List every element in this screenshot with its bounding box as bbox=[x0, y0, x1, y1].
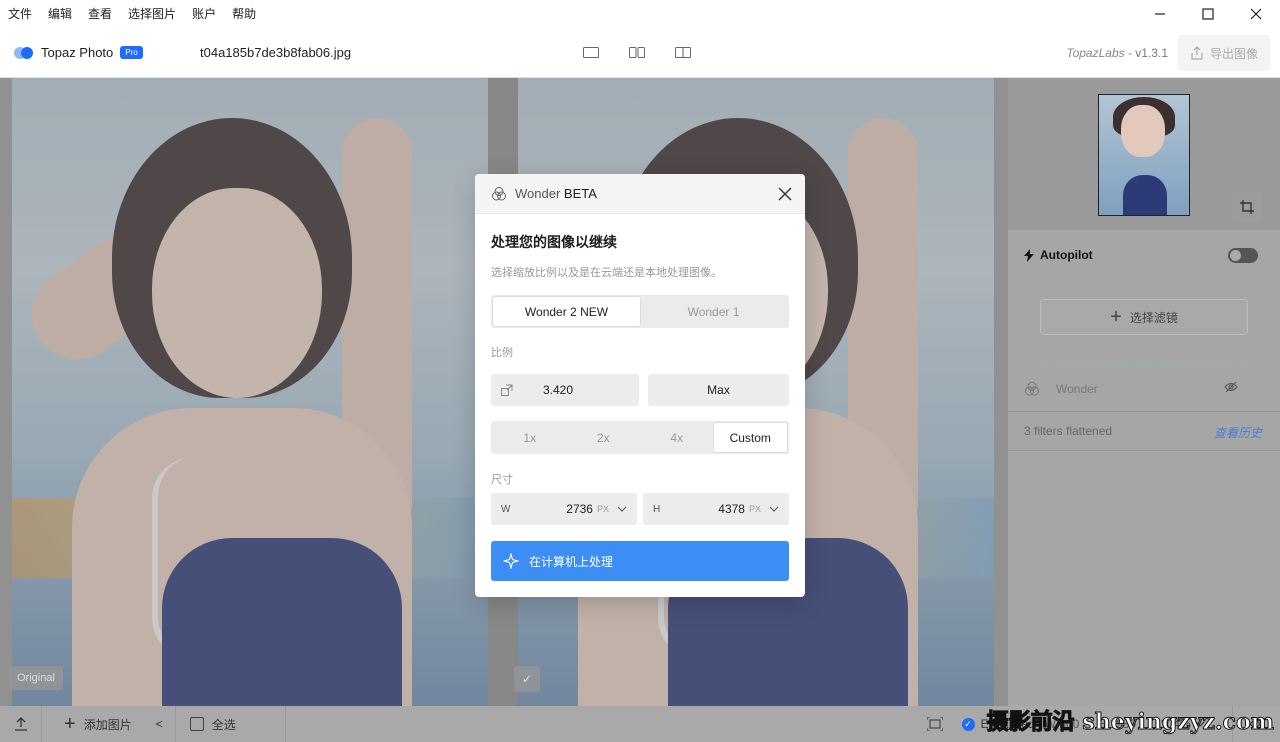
original-tag: Original bbox=[9, 666, 63, 690]
dialog-title-prefix: Wonder bbox=[515, 186, 561, 201]
height-field-label: H bbox=[653, 503, 661, 515]
scale-icon bbox=[501, 384, 513, 396]
export-icon bbox=[1191, 46, 1203, 60]
chevron-down-icon bbox=[617, 506, 627, 512]
size-section-label: 尺寸 bbox=[491, 474, 513, 486]
model-option-wonder-2[interactable]: Wonder 2 NEW bbox=[493, 297, 640, 326]
window-controls bbox=[1136, 0, 1280, 28]
wonder-dialog: Wonder BETA 处理您的图像以继续 选择缩放比例以及是在云端还是本地处理… bbox=[475, 174, 805, 597]
select-all[interactable]: 全选 bbox=[176, 706, 286, 742]
maximize-icon[interactable] bbox=[1184, 0, 1232, 28]
scale-section-label: 比例 bbox=[491, 347, 513, 359]
compare-icon[interactable] bbox=[922, 717, 948, 731]
dialog-heading: 处理您的图像以继续 bbox=[491, 234, 617, 250]
height-value: 4378 bbox=[718, 502, 745, 516]
menu-account[interactable]: 账户 bbox=[184, 0, 224, 28]
brand: Topaz Photo Pro bbox=[14, 45, 184, 60]
topaz-logo-icon bbox=[14, 46, 34, 59]
side-panel: Autopilot + 选择滤镜 Wonder 3 filters flatte… bbox=[1008, 78, 1280, 706]
dialog-header: Wonder BETA bbox=[475, 174, 805, 214]
scale-value: 3.420 bbox=[543, 383, 574, 397]
width-field-label: W bbox=[501, 503, 511, 515]
wonder-icon bbox=[492, 186, 506, 200]
model-option-wonder-1[interactable]: Wonder 1 bbox=[640, 297, 787, 326]
view-mode-group bbox=[579, 43, 695, 63]
add-image-label: 添加图片 bbox=[83, 717, 132, 732]
autopilot-row: Autopilot bbox=[1008, 230, 1280, 280]
width-field[interactable]: W 2736 PX bbox=[491, 493, 637, 525]
side-by-side-view-icon[interactable] bbox=[625, 43, 649, 63]
flattened-row: 3 filters flattened 查看历史 bbox=[1008, 411, 1280, 451]
beta-label: BETA bbox=[563, 186, 597, 201]
add-filter-label: 选择滤镜 bbox=[1129, 310, 1178, 325]
dialog-subtitle: 选择缩放比例以及是在云端还是本地处理图像。 bbox=[491, 267, 722, 279]
check-circle-icon: ✓ bbox=[961, 717, 975, 731]
export-label: 导出图像 bbox=[1209, 46, 1258, 61]
file-name: t04a185b7de3b8fab06.jpg bbox=[200, 45, 352, 60]
enhanced-check-tag: ✓ bbox=[514, 666, 540, 692]
version-label: TopazLabs - v1.3.1 bbox=[1066, 46, 1168, 60]
width-value: 2736 bbox=[566, 502, 593, 516]
scale-presets: 1x 2x 4x Custom bbox=[491, 421, 789, 454]
pro-badge: Pro bbox=[120, 46, 143, 59]
progress-line bbox=[1008, 362, 1280, 364]
process-locally-button[interactable]: 在计算机上处理 bbox=[491, 541, 789, 581]
wonder-filter-row[interactable]: Wonder bbox=[1008, 369, 1280, 409]
scale-preset-4x[interactable]: 4x bbox=[640, 423, 714, 452]
menu-select-image[interactable]: 选择图片 bbox=[120, 0, 184, 28]
select-all-checkbox[interactable] bbox=[189, 717, 204, 731]
process-label: 在计算机上处理 bbox=[529, 554, 614, 569]
select-all-label: 全选 bbox=[211, 717, 236, 732]
scale-preset-custom[interactable]: Custom bbox=[713, 423, 787, 452]
chevron-down-icon bbox=[769, 506, 779, 512]
add-filter-button[interactable]: + 选择滤镜 bbox=[1040, 299, 1248, 335]
close-icon[interactable] bbox=[775, 184, 795, 204]
autopilot-toggle[interactable] bbox=[1228, 248, 1258, 263]
model-selector: Wonder 2 NEW Wonder 1 bbox=[491, 295, 789, 328]
history-link[interactable]: 查看历史 bbox=[1214, 424, 1262, 441]
autopilot-label: Autopilot bbox=[1040, 248, 1093, 262]
wonder-icon bbox=[1025, 382, 1039, 396]
split-view-icon[interactable] bbox=[671, 43, 695, 63]
upload-icon[interactable] bbox=[0, 706, 42, 742]
menu-edit[interactable]: 编辑 bbox=[40, 0, 80, 28]
menu-help[interactable]: 帮助 bbox=[224, 0, 264, 28]
menu-view[interactable]: 查看 bbox=[80, 0, 120, 28]
height-field[interactable]: H 4378 PX bbox=[643, 493, 789, 525]
collapse-button[interactable]: < bbox=[144, 706, 176, 742]
scale-preset-1x[interactable]: 1x bbox=[493, 423, 567, 452]
scale-input[interactable]: 3.420 bbox=[491, 374, 639, 406]
export-button[interactable]: 导出图像 bbox=[1178, 35, 1270, 71]
single-view-icon[interactable] bbox=[579, 43, 603, 63]
watermark: 摄影前沿 sheyingzyz.com bbox=[986, 709, 1274, 736]
wonder-filter-label: Wonder bbox=[1056, 382, 1098, 396]
sparkle-icon bbox=[503, 553, 519, 569]
navigator bbox=[1008, 78, 1280, 230]
brand-name: Topaz Photo bbox=[41, 45, 114, 60]
close-icon[interactable] bbox=[1232, 0, 1280, 28]
dialog-title: Wonder BETA bbox=[515, 186, 597, 201]
plus-icon: + bbox=[64, 713, 76, 735]
scale-preset-2x[interactable]: 2x bbox=[567, 423, 641, 452]
crop-icon[interactable] bbox=[1232, 192, 1262, 222]
plus-icon: + bbox=[1110, 306, 1122, 328]
menu-file[interactable]: 文件 bbox=[0, 0, 40, 28]
toolbar-right: TopazLabs - v1.3.1 导出图像 bbox=[1066, 28, 1280, 78]
minimize-icon[interactable] bbox=[1136, 0, 1184, 28]
height-unit: PX bbox=[748, 504, 761, 514]
menu-bar: 文件 编辑 查看 选择图片 账户 帮助 bbox=[0, 0, 1280, 28]
version-number: v1.3.1 bbox=[1135, 46, 1168, 60]
company-label: TopazLabs - bbox=[1066, 46, 1132, 60]
toolbar: Topaz Photo Pro t04a185b7de3b8fab06.jpg … bbox=[0, 28, 1280, 78]
lightning-icon bbox=[1024, 248, 1034, 262]
width-unit: PX bbox=[596, 504, 609, 514]
flattened-label: 3 filters flattened bbox=[1024, 424, 1113, 438]
eye-off-icon[interactable] bbox=[1224, 381, 1238, 396]
add-image-button[interactable]: + 添加图片 bbox=[42, 706, 144, 742]
max-button[interactable]: Max bbox=[648, 374, 789, 406]
navigator-thumbnail[interactable] bbox=[1098, 94, 1190, 216]
